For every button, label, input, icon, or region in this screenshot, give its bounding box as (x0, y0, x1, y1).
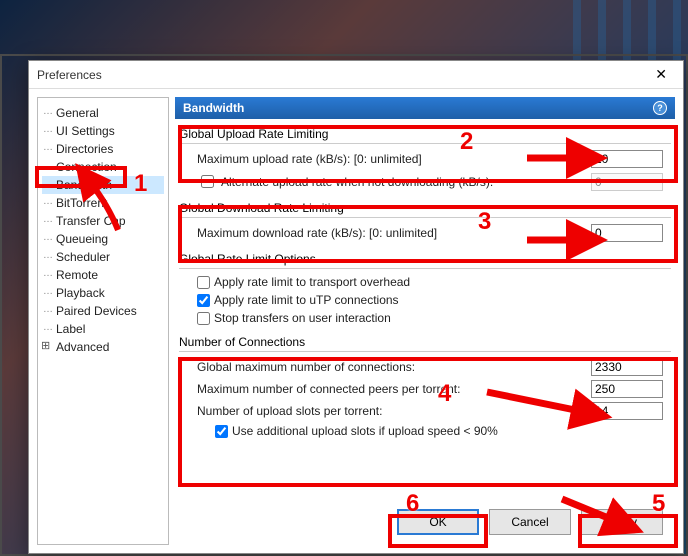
input-slots[interactable] (591, 402, 663, 420)
row-utp[interactable]: Apply rate limit to uTP connections (179, 291, 671, 309)
ok-button[interactable]: OK (397, 509, 479, 535)
row-max-upload: Maximum upload rate (kB/s): [0: unlimite… (179, 148, 671, 170)
row-alt-upload: Alternate upload rate when not downloadi… (179, 170, 671, 193)
tree-item-advanced[interactable]: Advanced (42, 338, 164, 356)
tree-item-bandwidth[interactable]: Bandwidth (42, 176, 164, 194)
group-connections: Number of Connections Global maximum num… (179, 333, 671, 440)
label-global-max: Global maximum number of connections: (197, 360, 583, 374)
label-peers: Maximum number of connected peers per to… (197, 382, 583, 396)
cancel-button[interactable]: Cancel (489, 509, 571, 535)
tree-item-general[interactable]: General (42, 104, 164, 122)
row-global-max: Global maximum number of connections: (179, 356, 671, 378)
checkbox-alt-upload[interactable] (201, 175, 214, 188)
tree-item-scheduler[interactable]: Scheduler (42, 248, 164, 266)
checkbox-additional-slots[interactable] (215, 425, 228, 438)
section-header: Bandwidth ? (175, 97, 675, 119)
row-overhead[interactable]: Apply rate limit to transport overhead (179, 273, 671, 291)
tree-item-connection[interactable]: Connection (42, 158, 164, 176)
tree-item-playback[interactable]: Playback (42, 284, 164, 302)
titlebar: Preferences ✕ (29, 61, 683, 89)
group-upload: Global Upload Rate Limiting Maximum uplo… (179, 125, 671, 193)
row-peers: Maximum number of connected peers per to… (179, 378, 671, 400)
label-overhead: Apply rate limit to transport overhead (214, 275, 410, 289)
group-rate-options: Global Rate Limit Options Apply rate lim… (179, 250, 671, 327)
input-alt-upload[interactable] (591, 173, 663, 191)
label-slots: Number of upload slots per torrent: (197, 404, 583, 418)
close-icon[interactable]: ✕ (647, 64, 675, 85)
input-peers[interactable] (591, 380, 663, 398)
checkbox-stop-transfers[interactable] (197, 312, 210, 325)
group-download: Global Download Rate Limiting Maximum do… (179, 199, 671, 244)
section-title: Bandwidth (183, 101, 244, 115)
preferences-window: Preferences ✕ General UI Settings Direct… (28, 60, 684, 554)
row-stop-transfers[interactable]: Stop transfers on user interaction (179, 309, 671, 327)
tree-item-remote[interactable]: Remote (42, 266, 164, 284)
apply-button[interactable]: Apply (581, 509, 663, 535)
tree-item-directories[interactable]: Directories (42, 140, 164, 158)
label-stop-transfers: Stop transfers on user interaction (214, 311, 391, 325)
group-title-rate-options: Global Rate Limit Options (179, 250, 671, 269)
window-body: General UI Settings Directories Connecti… (29, 89, 683, 553)
row-additional-slots[interactable]: Use additional upload slots if upload sp… (179, 422, 671, 440)
label-utp: Apply rate limit to uTP connections (214, 293, 399, 307)
input-max-download[interactable] (591, 224, 663, 242)
tree-item-bittorrent[interactable]: BitTorrent (42, 194, 164, 212)
group-title-connections: Number of Connections (179, 333, 671, 352)
help-icon[interactable]: ? (653, 101, 667, 115)
checkbox-utp[interactable] (197, 294, 210, 307)
group-title-download: Global Download Rate Limiting (179, 199, 671, 218)
checkbox-overhead[interactable] (197, 276, 210, 289)
row-max-download: Maximum download rate (kB/s): [0: unlimi… (179, 222, 671, 244)
category-tree[interactable]: General UI Settings Directories Connecti… (37, 97, 169, 545)
label-max-download: Maximum download rate (kB/s): [0: unlimi… (197, 226, 583, 240)
row-slots: Number of upload slots per torrent: (179, 400, 671, 422)
label-alt-upload: Alternate upload rate when not downloadi… (221, 175, 493, 189)
label-max-upload: Maximum upload rate (kB/s): [0: unlimite… (197, 152, 583, 166)
tree-item-queueing[interactable]: Queueing (42, 230, 164, 248)
tree-item-ui-settings[interactable]: UI Settings (42, 122, 164, 140)
scroll-area: Global Upload Rate Limiting Maximum uplo… (175, 119, 675, 501)
input-max-upload[interactable] (591, 150, 663, 168)
window-title: Preferences (37, 68, 102, 82)
tree-item-transfer-cap[interactable]: Transfer Cap (42, 212, 164, 230)
content-panel: Bandwidth ? Global Upload Rate Limiting … (175, 97, 675, 545)
group-title-upload: Global Upload Rate Limiting (179, 125, 671, 144)
tree-item-paired-devices[interactable]: Paired Devices (42, 302, 164, 320)
footer: OK Cancel Apply (175, 501, 675, 545)
tree-item-label[interactable]: Label (42, 320, 164, 338)
input-global-max[interactable] (591, 358, 663, 376)
label-additional-slots: Use additional upload slots if upload sp… (232, 424, 498, 438)
